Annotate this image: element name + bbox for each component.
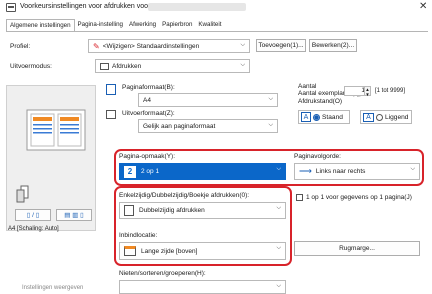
page-format-value: A4	[143, 96, 151, 104]
binding-value: Lange zijde [boven]	[141, 247, 198, 255]
pencil-icon: ✎	[93, 41, 100, 51]
page-format-select[interactable]: A4 ⌵	[138, 93, 278, 107]
copies-spinner[interactable]: ▲ ▼	[364, 86, 371, 97]
page-format-label: Paginaformaat(B):	[122, 84, 175, 91]
profile-select[interactable]: ✎ <Wijzigen> Standaardinstellingen ⌵	[88, 39, 250, 53]
output-format-label: Uitvoerformaat(Z):	[122, 110, 175, 117]
staple-select[interactable]: ⌵	[119, 280, 286, 294]
duplex-label: Enkelzijdig/Dubbelzijdig/Boekje afdrukke…	[119, 192, 250, 199]
chevron-down-icon: ⌵	[410, 166, 415, 172]
copies-range: [1 tot 9999]	[375, 88, 406, 94]
layout-2up-icon: 2	[124, 165, 136, 178]
binding-label: Inbindlocatie:	[119, 232, 158, 239]
printer-icon	[6, 3, 16, 12]
duplex-select[interactable]: Dubbelzijdig afdrukken ⌵	[119, 202, 286, 219]
booklet-mode-button[interactable]: ▤ ▥ ▯	[56, 209, 92, 221]
print-icon	[100, 62, 109, 70]
one-per-page-label: 1 op 1 voor gegevens op 1 pagina(J)	[306, 194, 412, 201]
edit-profile-button[interactable]: Bewerken(2)...	[309, 39, 357, 52]
output-mode-value: Afdrukken	[112, 62, 142, 70]
staple-label: Nieten/sorteren/groeperen(H):	[119, 270, 206, 277]
landscape-radio[interactable]	[376, 113, 383, 121]
landscape-icon: A	[363, 112, 374, 122]
page-order-value: Links naar rechts	[315, 168, 366, 175]
tab-divider	[6, 31, 428, 32]
duplex-value: Dubbelzijdig afdrukken	[139, 207, 205, 214]
view-settings-link[interactable]: Instellingen weergeven	[22, 285, 83, 291]
output-format-select[interactable]: Gelijk aan paginaformaat ⌵	[138, 119, 278, 133]
profile-value: <Wijzigen> Standaardinstellingen	[102, 42, 200, 50]
one-per-page-checkbox[interactable]	[296, 194, 303, 201]
page-format-icon	[106, 84, 116, 95]
page-order-select[interactable]: ⟶ Links naar rechts ⌵	[294, 163, 420, 180]
output-format-icon	[106, 110, 116, 119]
chevron-down-icon: ⌵	[276, 245, 281, 251]
page-layout-label: Pagina-opmaak(Y):	[119, 153, 175, 160]
printer-name-redacted	[148, 3, 246, 11]
portrait-icon: A	[301, 112, 311, 122]
title-bar: Voorkeursinstellingen voor afdrukken voo…	[0, 0, 432, 15]
chevron-down-icon: ⌵	[276, 166, 281, 172]
output-mode-label: Uitvoermodus:	[10, 63, 52, 70]
left-to-right-icon: ⟶	[299, 166, 312, 176]
chevron-down-icon: ⌵	[276, 283, 281, 289]
add-profile-button[interactable]: Toevoegen(1)...	[256, 39, 306, 52]
orientation-label: Afdrukstand(O)	[298, 98, 343, 105]
close-icon[interactable]: ✕	[419, 1, 427, 12]
portrait-label: Staand	[322, 113, 343, 121]
copies-label-line1: Aantal	[298, 83, 317, 90]
binding-select[interactable]: Lange zijde [boven] ⌵	[119, 242, 286, 260]
portrait-option[interactable]: A Staand	[298, 110, 350, 124]
output-format-value: Gelijk aan paginaformaat	[143, 122, 216, 130]
margin-button[interactable]: Rugmarge...	[294, 241, 420, 256]
preview-caption: A4 [Schaling: Auto]	[8, 226, 59, 232]
page-order-label: Paginavolgorde:	[294, 153, 341, 160]
chevron-down-icon: ⌵	[268, 96, 273, 102]
duplex-icon	[124, 205, 134, 216]
page-layout-select[interactable]: 2 2 op 1 ⌵	[119, 163, 286, 180]
binding-icon	[124, 246, 136, 256]
chevron-down-icon: ⌵	[268, 122, 273, 128]
chevron-down-icon: ⌵	[276, 205, 281, 211]
landscape-label: Liggend	[385, 113, 409, 121]
landscape-option[interactable]: A Liggend	[360, 110, 412, 124]
output-mode-select[interactable]: Afdrukken ⌵	[95, 59, 250, 73]
window-title: Voorkeursinstellingen voor afdrukken voo…	[20, 3, 151, 10]
chevron-down-icon: ⌵	[240, 42, 245, 48]
profile-label: Profiel:	[10, 43, 31, 50]
chevron-down-icon: ⌵	[240, 62, 245, 68]
portrait-radio[interactable]	[313, 113, 320, 121]
page-layout-value: 2 op 1	[141, 168, 160, 175]
duplex-mode-button[interactable]: ▯ / ▯	[15, 209, 51, 221]
